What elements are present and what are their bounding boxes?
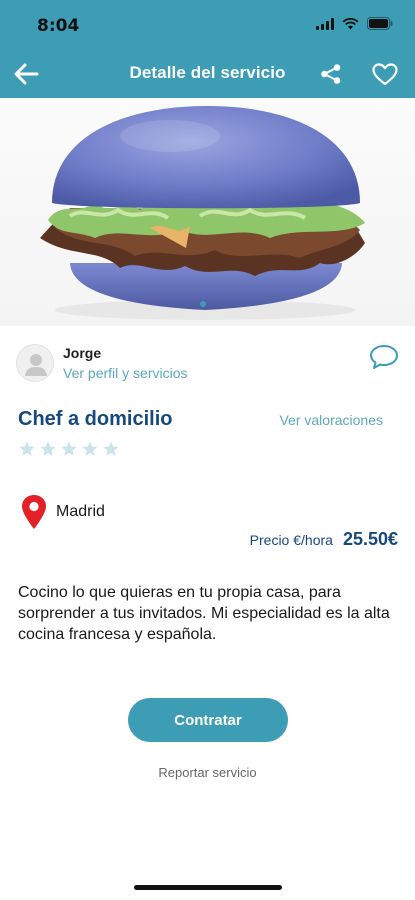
share-icon [321,64,341,84]
app-bar: Detalle del servicio [0,50,415,98]
author-name: Jorge [63,345,102,361]
favorite-button[interactable] [369,59,401,89]
star-icon [82,441,98,456]
location-pin-icon [22,495,46,529]
service-description: Cocino lo que quieras en tu propia casa,… [18,584,390,643]
status-icons [316,17,393,30]
status-bar: 8:04 [0,0,415,50]
report-service-link[interactable]: Reportar servicio [0,765,415,780]
status-time: 8:04 [37,16,80,36]
share-button[interactable] [316,59,346,89]
location-text: Madrid [56,503,105,520]
avatar[interactable] [16,344,54,382]
location: Madrid [20,494,105,530]
signal-icon [316,17,334,30]
price-value: 25.50€ [342,529,398,549]
star-icon [40,441,56,456]
star-icon [61,441,77,456]
star-icon [19,441,35,456]
price: Precio €/hora 25.50€ [250,529,398,550]
page-title: Detalle del servicio [129,63,286,82]
heart-icon [372,62,398,85]
view-ratings-link[interactable]: Ver valoraciones [279,412,383,428]
wifi-icon [342,17,359,29]
avatar-icon [25,354,47,376]
price-label: Precio €/hora [249,532,333,548]
chat-bubble-icon [370,345,398,369]
service-title: Chef a domicilio [18,408,173,430]
rating-stars [18,440,120,458]
author-section: Jorge Ver perfil y servicios [16,340,401,386]
service-image[interactable] [0,98,415,326]
contract-button[interactable]: Contratar [128,698,288,742]
carousel-indicator [200,301,206,307]
burger-image [40,106,365,320]
battery-icon [367,17,393,30]
home-indicator[interactable] [134,885,282,890]
chat-button[interactable] [369,344,399,370]
view-profile-link[interactable]: Ver perfil y servicios [63,365,187,381]
star-icon [103,441,119,456]
